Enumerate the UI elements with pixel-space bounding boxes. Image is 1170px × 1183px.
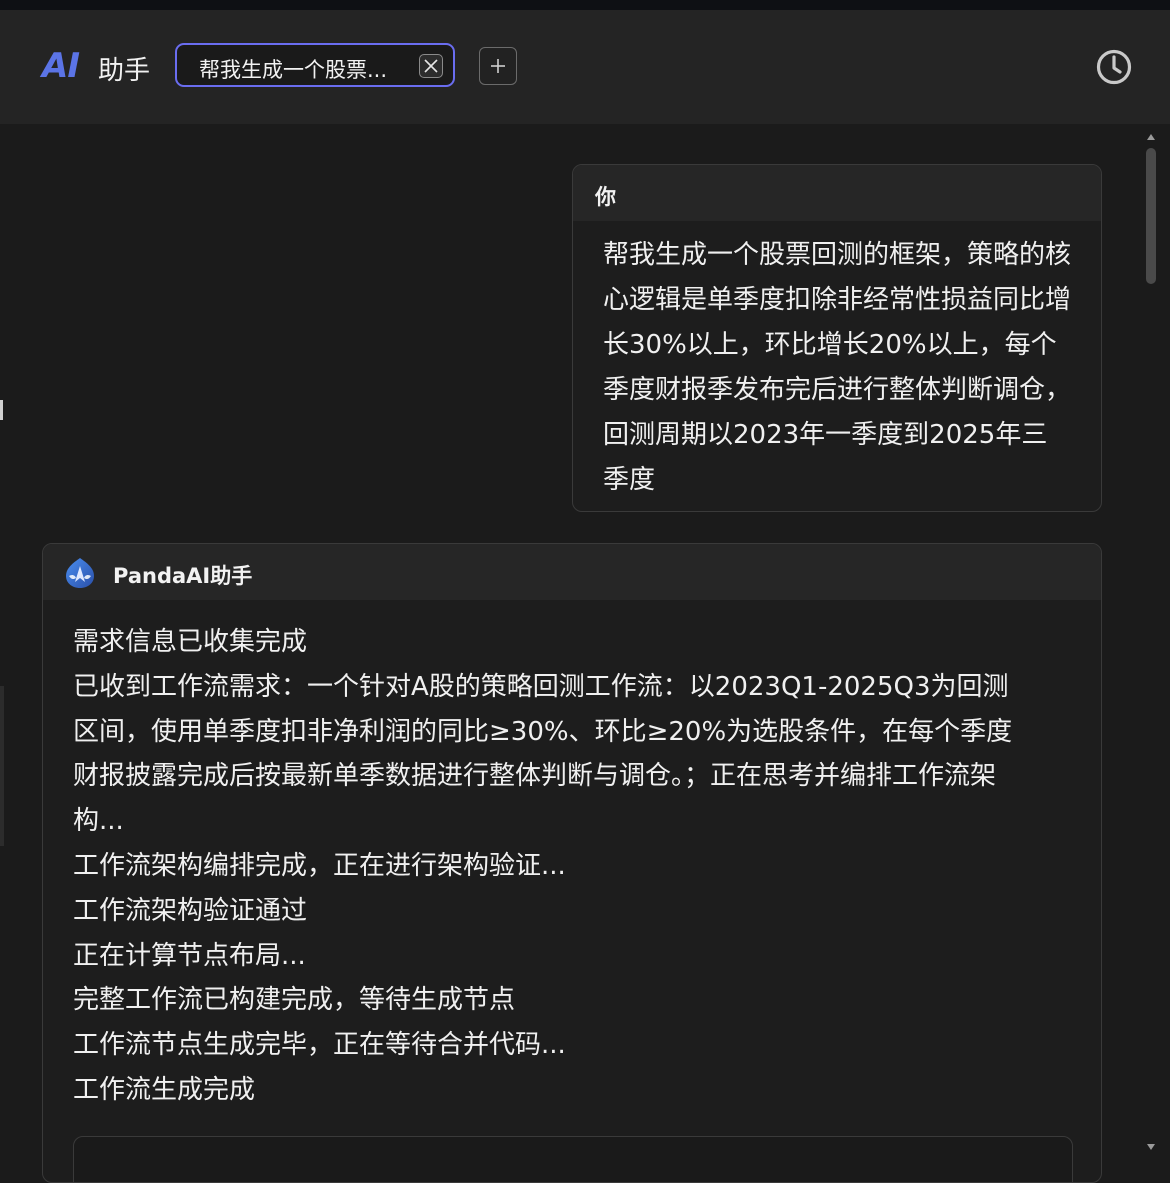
- window-top-strip: [0, 0, 1170, 10]
- assistant-line: 工作流架构验证通过: [73, 895, 308, 926]
- user-name: 你: [595, 185, 616, 209]
- user-message-text: 帮我生成一个股票回测的框架，策略的核心逻辑是单季度扣除非经常性损益同比增长30%…: [603, 240, 1072, 495]
- assistant-message-body: 需求信息已收集完成 已收到工作流需求：一个针对A股的策略回测工作流：以2023Q…: [73, 620, 1073, 1113]
- scrollbar-thumb[interactable]: [1146, 148, 1156, 284]
- assistant-line: 工作流生成完成: [73, 1074, 256, 1105]
- assistant-line: 正在计算节点布局...: [73, 940, 306, 971]
- left-edge-handle[interactable]: [0, 400, 3, 420]
- scroll-up-arrow-icon[interactable]: [1147, 134, 1155, 140]
- assistant-line: 完整工作流已构建完成，等待生成节点: [73, 985, 516, 1016]
- user-message-header: 你: [573, 165, 1101, 221]
- tab-conversation[interactable]: 帮我生成一个股票...: [175, 43, 455, 87]
- assistant-message-card: PandaAI助手 需求信息已收集完成 已收到工作流需求：一个针对A股的策略回测…: [42, 543, 1102, 1183]
- chat-area[interactable]: 你 帮我生成一个股票回测的框架，策略的核心逻辑是单季度扣除非经常性损益同比增长3…: [0, 124, 1170, 1183]
- tab-label: 帮我生成一个股票...: [199, 58, 388, 82]
- assistant-header: AI 助手 帮我生成一个股票...: [0, 10, 1170, 125]
- scroll-down-arrow-icon[interactable]: [1147, 1144, 1155, 1150]
- panda-logo-icon: [66, 558, 94, 588]
- plus-icon: [491, 59, 505, 73]
- assistant-title: 助手: [98, 56, 151, 86]
- left-edge-bar: [0, 686, 4, 846]
- assistant-line: 需求信息已收集完成: [73, 627, 308, 657]
- ai-logo: AI: [42, 46, 80, 86]
- add-tab-button[interactable]: [479, 47, 517, 85]
- assistant-line: 工作流节点生成完毕，正在等待合并代码...: [73, 1030, 566, 1061]
- assistant-line: 财报披露完成后按最新单季数据进行整体判断与调仓。；正在思考并编排工作流架: [73, 761, 997, 792]
- user-message-card: 你 帮我生成一个股票回测的框架，策略的核心逻辑是单季度扣除非经常性损益同比增长3…: [572, 164, 1102, 512]
- chat-scrollbar[interactable]: [1144, 130, 1158, 1160]
- assistant-line: 已收到工作流需求：一个针对A股的策略回测工作流：以2023Q1-2025Q3为回…: [73, 671, 1009, 702]
- assistant-line: 构...: [73, 806, 124, 837]
- assistant-line: 区间，使用单季度扣非净利润的同比≥30%、环比≥20%为选股条件，在每个季度: [73, 716, 1013, 747]
- close-icon[interactable]: [419, 54, 443, 78]
- assistant-line: 工作流架构编排完成，正在进行架构验证...: [73, 850, 566, 881]
- assistant-name: PandaAI助手: [113, 564, 253, 588]
- assistant-message-header: PandaAI助手: [43, 544, 1101, 600]
- clock-icon: [1096, 49, 1132, 85]
- history-button[interactable]: [1094, 47, 1134, 87]
